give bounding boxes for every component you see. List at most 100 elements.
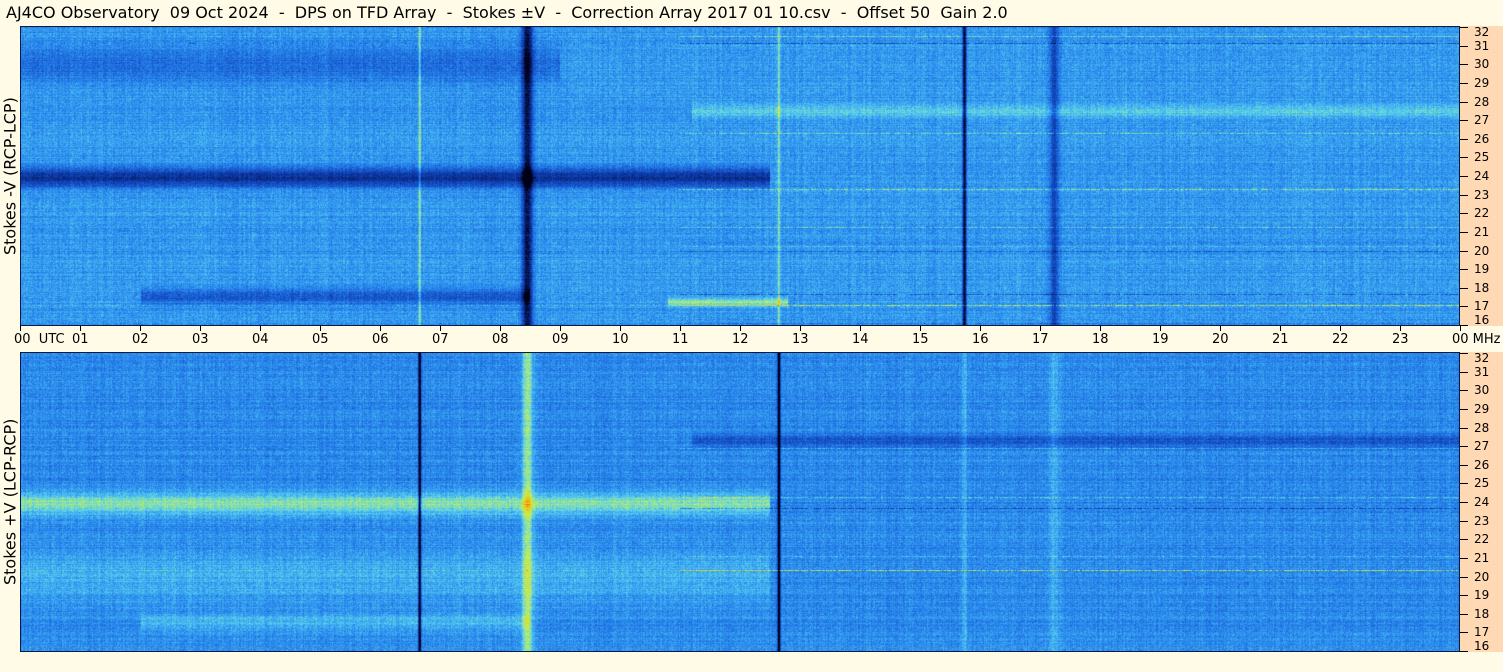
freq-tick-label: 23 bbox=[1474, 513, 1490, 528]
utc-tick-mark bbox=[500, 326, 501, 331]
freq-tick-mark bbox=[1460, 269, 1468, 271]
utc-tick-label: 04 bbox=[252, 332, 269, 347]
utc-tick-mark bbox=[320, 326, 321, 331]
utc-tick-label: 14 bbox=[852, 332, 869, 347]
heatmap-bottom-canvas bbox=[21, 353, 1459, 651]
utc-tick-label: 02 bbox=[132, 332, 149, 347]
utc-tick-label: 07 bbox=[432, 332, 449, 347]
freq-tick-mark bbox=[1460, 539, 1468, 541]
utc-tick-mark bbox=[20, 326, 21, 331]
utc-tick-mark bbox=[1340, 326, 1341, 331]
freq-tick-label: 18 bbox=[1474, 280, 1490, 295]
utc-tick-mark bbox=[620, 326, 621, 331]
freq-tick-label: 24 bbox=[1474, 169, 1490, 183]
spectrogram-bottom bbox=[20, 352, 1460, 652]
freq-tick-mark bbox=[1460, 325, 1468, 326]
utc-tick-mark bbox=[1160, 326, 1161, 331]
freq-tick-mark bbox=[1460, 231, 1468, 233]
spectrogram-top bbox=[20, 26, 1460, 326]
freq-tick-mark bbox=[1460, 120, 1468, 122]
freq-tick-label: 18 bbox=[1474, 606, 1490, 621]
utc-tick-mark bbox=[1040, 326, 1041, 331]
freq-tick-label: 20 bbox=[1474, 243, 1490, 258]
freq-tick-label: 26 bbox=[1474, 457, 1490, 472]
utc-tick-label: 18 bbox=[1092, 332, 1109, 347]
utc-time-axis: 00 UTC 01 02 03 04 05 06 07 08 09 10 11 12 13 14 15 16 17… bbox=[0, 326, 1503, 352]
freq-tick-mark bbox=[1460, 82, 1468, 84]
freq-tick-mark bbox=[1460, 138, 1468, 140]
utc-tick-label: 15 bbox=[912, 332, 929, 347]
utc-tick-label: 08 bbox=[492, 332, 509, 347]
heatmap-top-canvas bbox=[21, 27, 1459, 325]
utc-tick-mark bbox=[1400, 326, 1401, 331]
freq-tick-mark bbox=[1460, 45, 1468, 47]
utc-tick-label: 05 bbox=[312, 332, 329, 347]
top-panel-ylabel: Stokes -V (RCP-LCP) bbox=[0, 97, 20, 255]
freq-tick-mark bbox=[1460, 213, 1468, 215]
freq-tick-mark bbox=[1460, 101, 1468, 103]
utc-tick-mark bbox=[1100, 326, 1101, 331]
freq-tick-label: 27 bbox=[1474, 113, 1490, 128]
freq-tick-mark bbox=[1460, 483, 1468, 485]
freq-tick-mark bbox=[1460, 632, 1468, 634]
freq-tick-label: 20 bbox=[1474, 569, 1490, 584]
freq-tick-label: 19 bbox=[1474, 588, 1490, 603]
freq-tick-label: 25 bbox=[1474, 150, 1490, 165]
utc-tick-label: 17 bbox=[1032, 332, 1049, 347]
freq-tick-mark bbox=[1460, 464, 1468, 466]
freq-tick-label: 17 bbox=[1474, 625, 1490, 640]
freq-tick-mark bbox=[1460, 613, 1468, 615]
freq-tick-mark bbox=[1460, 576, 1468, 578]
freq-tick-mark bbox=[1460, 446, 1468, 448]
freq-tick-mark bbox=[1460, 651, 1468, 652]
freq-tick-label: 21 bbox=[1474, 550, 1490, 565]
utc-tick-mark bbox=[680, 326, 681, 331]
utc-tick-mark bbox=[1280, 326, 1281, 331]
freq-tick-mark bbox=[1460, 557, 1468, 559]
utc-tick-mark bbox=[860, 326, 861, 331]
freq-tick-label: 26 bbox=[1474, 131, 1490, 146]
utc-tick-label: 00 UTC bbox=[14, 332, 65, 347]
freq-tick-mark bbox=[1460, 520, 1468, 522]
utc-tick-mark bbox=[440, 326, 441, 331]
freq-tick-mark bbox=[1460, 157, 1468, 159]
utc-tick-mark bbox=[740, 326, 741, 331]
utc-tick-label: 09 bbox=[552, 332, 569, 347]
utc-tick-label: 11 bbox=[672, 332, 689, 347]
utc-tick-label: 00 MHz bbox=[1452, 332, 1501, 347]
freq-axis-top: 16 17 18 19 20 21 22 23 24 25 26 27 28 29 30 31 32 bbox=[1460, 26, 1503, 326]
utc-tick-mark bbox=[380, 326, 381, 331]
utc-tick-mark bbox=[980, 326, 981, 331]
freq-tick-mark bbox=[1460, 194, 1468, 196]
utc-tick-label: 10 bbox=[612, 332, 629, 347]
freq-tick-mark bbox=[1460, 371, 1468, 373]
freq-tick-label: 17 bbox=[1474, 299, 1490, 314]
utc-tick-mark bbox=[1220, 326, 1221, 331]
utc-tick-mark bbox=[1460, 326, 1461, 331]
freq-tick-label: 31 bbox=[1474, 38, 1490, 53]
utc-tick-label: 06 bbox=[372, 332, 389, 347]
utc-tick-mark bbox=[560, 326, 561, 331]
bottom-panel-ylabel: Stokes +V (LCP-RCP) bbox=[0, 418, 20, 586]
utc-tick-label: 13 bbox=[792, 332, 809, 347]
freq-tick-label: 28 bbox=[1474, 94, 1490, 109]
freq-tick-label: 29 bbox=[1474, 75, 1490, 90]
utc-tick-mark bbox=[200, 326, 201, 331]
utc-tick-mark bbox=[800, 326, 801, 331]
freq-tick-label: 19 bbox=[1474, 262, 1490, 277]
freq-tick-mark bbox=[1460, 250, 1468, 252]
freq-tick-label: 32 bbox=[1474, 25, 1490, 39]
utc-tick-label: 22 bbox=[1332, 332, 1349, 347]
freq-tick-mark bbox=[1460, 27, 1468, 28]
freq-tick-label: 22 bbox=[1474, 532, 1490, 547]
freq-tick-label: 29 bbox=[1474, 401, 1490, 416]
utc-tick-mark bbox=[140, 326, 141, 331]
utc-tick-mark bbox=[80, 326, 81, 331]
freq-tick-mark bbox=[1460, 408, 1468, 410]
utc-tick-label: 19 bbox=[1152, 332, 1169, 347]
freq-tick-label: 30 bbox=[1474, 383, 1490, 398]
freq-tick-label: 27 bbox=[1474, 439, 1490, 454]
freq-tick-mark bbox=[1460, 427, 1468, 429]
freq-tick-mark bbox=[1460, 176, 1468, 177]
freq-tick-label: 32 bbox=[1474, 351, 1490, 365]
